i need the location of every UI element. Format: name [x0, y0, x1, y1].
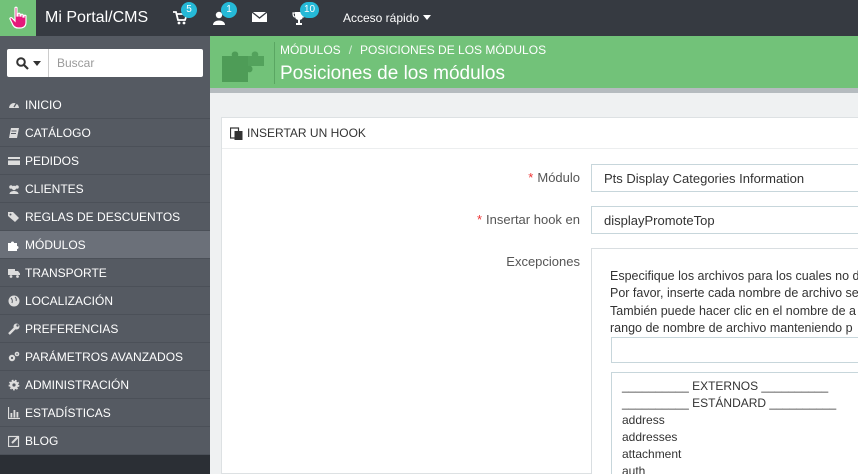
sidebar-item-modulos[interactable]: MÓDULOS: [0, 231, 210, 259]
breadcrumb-item-posiciones[interactable]: POSICIONES DE LOS MÓDULOS: [360, 43, 546, 57]
sidebar-item-clientes[interactable]: CLIENTES: [0, 175, 210, 203]
hook-label: * Insertar hook en: [476, 212, 580, 227]
search-type-button[interactable]: [7, 49, 49, 77]
exceptions-box: Especifique los archivos para los cuales…: [591, 248, 858, 474]
achievements-notification[interactable]: 10: [292, 2, 320, 25]
sidebar-item-administracion[interactable]: ADMINISTRACIÓN: [0, 371, 210, 399]
list-item[interactable]: addresses: [612, 429, 836, 446]
sidebar-item-blog[interactable]: BLOG: [0, 427, 210, 455]
achievements-badge: 10: [300, 2, 320, 18]
caret-down-icon: [423, 15, 432, 20]
list-item[interactable]: __________ EXTERNOS __________: [612, 378, 836, 395]
book-icon: [9, 128, 19, 138]
sidebar-item-catalogo[interactable]: CATÁLOGO: [0, 119, 210, 147]
required-marker: *: [476, 212, 483, 227]
sidebar-item-preferencias[interactable]: PREFERENCIAS: [0, 315, 210, 343]
header-separator: [274, 42, 275, 84]
breadcrumb: MÓDULOS / POSICIONES DE LOS MÓDULOS: [280, 43, 546, 57]
orders-notification[interactable]: 5: [173, 2, 197, 25]
puzzle-icon: [222, 51, 264, 82]
panel-title: INSERTAR UN HOOK: [247, 126, 366, 140]
sidebar-item-label: REGLAS DE DESCUENTOS: [25, 210, 181, 224]
sidebar: INICIO CATÁLOGO PEDIDOS CLIENTES REGLAS …: [0, 36, 210, 474]
breadcrumb-separator: /: [348, 43, 353, 57]
credit-card-icon: [8, 157, 20, 165]
sidebar-item-parametros-avanzados[interactable]: PARÁMETROS AVANZADOS: [0, 343, 210, 371]
menu-toggle-button[interactable]: [0, 0, 36, 36]
sidebar-item-transporte[interactable]: TRANSPORTE: [0, 259, 210, 287]
users-icon: [9, 185, 19, 194]
sidebar-item-label: MÓDULOS: [25, 238, 86, 252]
file-list-select[interactable]: __________ EXTERNOS __________ _________…: [611, 372, 858, 474]
cog-icon: [8, 379, 20, 391]
header-shadow: [210, 88, 858, 93]
caret-down-icon: [33, 61, 41, 66]
top-bar: Mi Portal/CMS 5 1 10 Acceso rápido: [0, 0, 858, 36]
puzzle-icon: [8, 241, 19, 251]
sidebar-item-label: ADMINISTRACIÓN: [25, 378, 130, 392]
list-item[interactable]: attachment: [612, 446, 836, 463]
hook-select[interactable]: displayPromoteTop: [591, 206, 858, 234]
list-item[interactable]: auth: [612, 463, 836, 474]
panel-heading: INSERTAR UN HOOK: [222, 118, 858, 149]
main-menu: INICIO CATÁLOGO PEDIDOS CLIENTES REGLAS …: [0, 91, 210, 455]
sidebar-item-label: CATÁLOGO: [25, 126, 91, 140]
customers-notification[interactable]: 1: [213, 2, 237, 25]
orders-badge: 5: [181, 2, 197, 18]
sidebar-item-label: ESTADÍSTICAS: [25, 406, 111, 420]
sidebar-item-inicio[interactable]: INICIO: [0, 91, 210, 119]
sidebar-item-reglas-de-descuentos[interactable]: REGLAS DE DESCUENTOS: [0, 203, 210, 231]
app-title[interactable]: Mi Portal/CMS: [45, 9, 148, 27]
page-header: MÓDULOS / POSICIONES DE LOS MÓDULOS Posici…: [210, 36, 858, 88]
hand-pointer-icon: [9, 6, 27, 29]
edit-icon: [8, 435, 20, 447]
tags-icon: [8, 212, 19, 222]
exceptions-help-text: Especifique los archivos para los cuales…: [610, 269, 858, 335]
paste-icon: [230, 127, 243, 140]
quick-access-label: Acceso rápido: [343, 11, 420, 25]
search-icon: [16, 57, 29, 70]
search-input[interactable]: [50, 49, 202, 77]
sidebar-item-label: CLIENTES: [25, 182, 84, 196]
globe-icon: [8, 295, 20, 307]
breadcrumb-item-modulos[interactable]: MÓDULOS: [280, 43, 341, 57]
sidebar-item-estadisticas[interactable]: ESTADÍSTICAS: [0, 399, 210, 427]
page-title: Posiciones de los módulos: [280, 63, 505, 84]
sidebar-item-label: PREFERENCIAS: [25, 322, 119, 336]
truck-icon: [8, 269, 20, 278]
bar-chart-icon: [8, 407, 20, 419]
module-label: * Módulo: [528, 170, 580, 185]
sidebar-item-label: PEDIDOS: [25, 154, 80, 168]
sidebar-item-localizacion[interactable]: LOCALIZACIÓN: [0, 287, 210, 315]
list-item[interactable]: address: [612, 412, 836, 429]
cogs-icon: [8, 351, 20, 362]
sidebar-item-label: PARÁMETROS AVANZADOS: [25, 350, 184, 364]
customers-badge: 1: [221, 2, 237, 18]
sidebar-item-label: TRANSPORTE: [25, 266, 107, 280]
sidebar-item-label: LOCALIZACIÓN: [25, 294, 114, 308]
sidebar-item-label: INICIO: [25, 98, 62, 112]
exceptions-input[interactable]: [611, 337, 858, 363]
exceptions-label: Excepciones: [506, 254, 580, 269]
sidebar-item-label: BLOG: [25, 434, 59, 448]
messages-notification[interactable]: [252, 11, 267, 23]
list-item[interactable]: __________ ESTÁNDARD __________: [612, 395, 836, 412]
dashboard-icon: [9, 102, 19, 108]
search-bar: [7, 49, 203, 77]
envelope-icon: [252, 11, 267, 22]
wrench-icon: [8, 323, 20, 335]
sidebar-item-pedidos[interactable]: PEDIDOS: [0, 147, 210, 175]
quick-access-dropdown[interactable]: Acceso rápido: [343, 11, 432, 25]
module-select[interactable]: Pts Display Categories Information: [591, 164, 858, 192]
sidebar-footer: [0, 455, 210, 474]
required-marker: *: [528, 170, 534, 185]
